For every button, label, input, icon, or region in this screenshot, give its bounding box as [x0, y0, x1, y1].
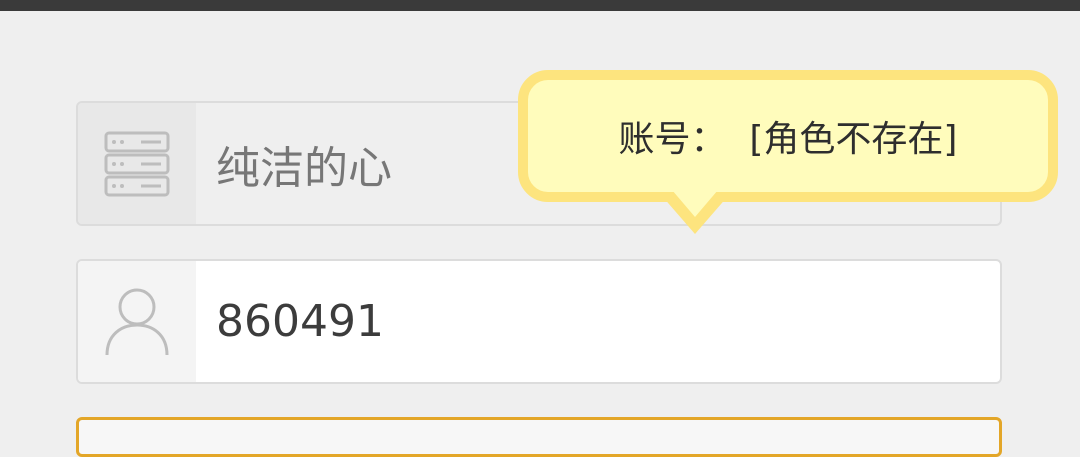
tooltip-arrow-inner [672, 190, 718, 217]
account-field[interactable]: 860491 [76, 259, 1002, 384]
account-input[interactable]: 860491 [196, 261, 1000, 382]
server-icon [104, 131, 170, 196]
top-bar [0, 0, 1080, 11]
user-icon [105, 288, 169, 355]
tooltip-message: 账号： [角色不存在] [618, 119, 958, 160]
error-tooltip: 账号： [角色不存在] [518, 70, 1058, 202]
server-icon-cell [78, 103, 196, 224]
password-field[interactable] [76, 417, 1002, 457]
user-icon-cell [78, 261, 196, 382]
